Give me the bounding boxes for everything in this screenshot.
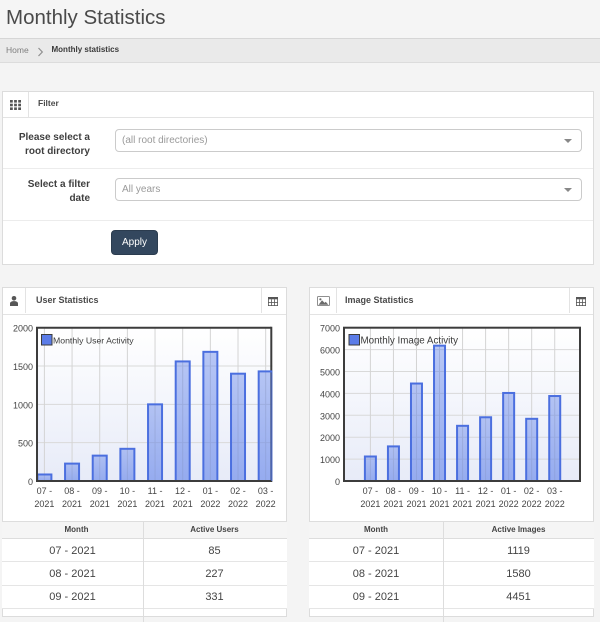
svg-text:11 -: 11 - <box>455 486 470 496</box>
svg-text:2021: 2021 <box>90 499 110 509</box>
svg-text:2021: 2021 <box>383 499 403 509</box>
svg-text:2022: 2022 <box>256 499 276 509</box>
svg-text:2021: 2021 <box>453 499 473 509</box>
svg-text:09 -: 09 - <box>92 486 108 496</box>
svg-text:09 -: 09 - <box>409 486 425 496</box>
svg-text:2021: 2021 <box>360 499 380 509</box>
svg-text:2000: 2000 <box>13 324 33 334</box>
svg-text:2021: 2021 <box>34 499 54 509</box>
svg-text:6000: 6000 <box>320 346 340 356</box>
svg-text:2000: 2000 <box>320 433 340 443</box>
svg-text:2021: 2021 <box>145 499 165 509</box>
svg-text:03 -: 03 - <box>258 486 274 496</box>
svg-text:2022: 2022 <box>228 499 248 509</box>
svg-text:3000: 3000 <box>320 411 340 421</box>
svg-text:12 -: 12 - <box>478 486 494 496</box>
svg-text:08 -: 08 - <box>64 486 80 496</box>
svg-text:2021: 2021 <box>62 499 82 509</box>
svg-text:0: 0 <box>28 477 33 487</box>
svg-text:11 -: 11 - <box>148 486 163 496</box>
svg-text:01 -: 01 - <box>501 486 517 496</box>
svg-text:2022: 2022 <box>200 499 220 509</box>
svg-text:500: 500 <box>18 439 33 449</box>
svg-text:10 -: 10 - <box>432 486 448 496</box>
svg-text:07 -: 07 - <box>37 486 53 496</box>
svg-text:2021: 2021 <box>406 499 426 509</box>
svg-text:2022: 2022 <box>545 499 565 509</box>
svg-text:2022: 2022 <box>522 499 542 509</box>
svg-text:03 -: 03 - <box>547 486 563 496</box>
svg-text:12 -: 12 - <box>175 486 191 496</box>
svg-text:2021: 2021 <box>173 499 193 509</box>
svg-text:2021: 2021 <box>476 499 496 509</box>
svg-text:2021: 2021 <box>117 499 137 509</box>
svg-text:10 -: 10 - <box>120 486 136 496</box>
svg-text:1000: 1000 <box>320 455 340 465</box>
svg-text:1000: 1000 <box>13 400 33 410</box>
svg-text:08 -: 08 - <box>386 486 402 496</box>
svg-text:02 -: 02 - <box>524 486 540 496</box>
svg-text:Monthly Image Activity: Monthly Image Activity <box>361 336 459 347</box>
svg-text:7000: 7000 <box>320 324 340 334</box>
svg-text:02 -: 02 - <box>230 486 246 496</box>
svg-text:2022: 2022 <box>499 499 519 509</box>
svg-text:01 -: 01 - <box>203 486 219 496</box>
svg-text:2021: 2021 <box>430 499 450 509</box>
svg-text:4000: 4000 <box>320 389 340 399</box>
svg-text:Monthly User Activity: Monthly User Activity <box>53 336 134 346</box>
svg-text:1500: 1500 <box>13 362 33 372</box>
svg-text:0: 0 <box>335 477 340 487</box>
svg-text:07 -: 07 - <box>363 486 379 496</box>
svg-text:5000: 5000 <box>320 368 340 378</box>
